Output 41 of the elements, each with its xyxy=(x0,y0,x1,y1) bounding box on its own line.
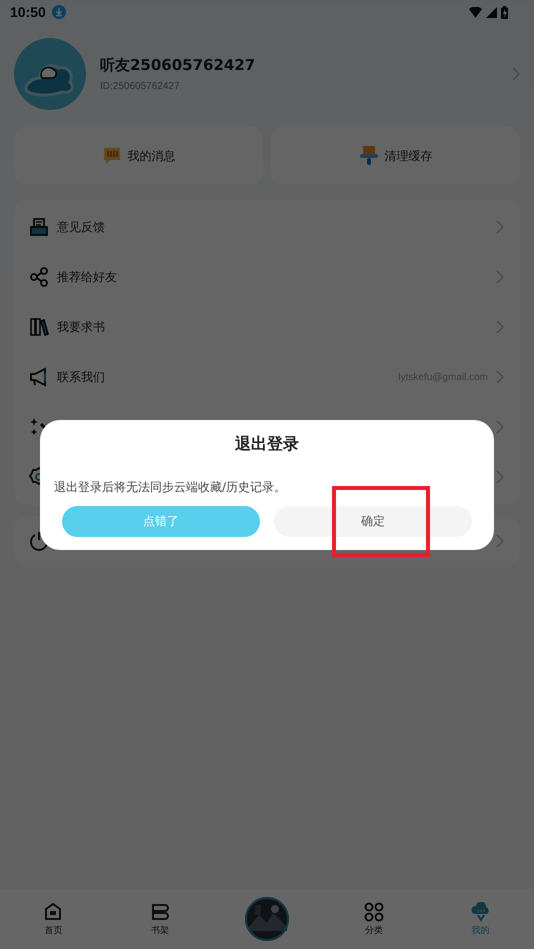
signal-icon xyxy=(486,6,497,18)
menu-item[interactable]: 我要求书 xyxy=(14,302,520,352)
wifi-icon xyxy=(469,6,482,18)
quick-action[interactable]: 清理缓存 xyxy=(271,126,520,186)
nav-tab[interactable]: 我的 xyxy=(427,902,534,936)
megaphone-icon xyxy=(29,367,49,387)
dialog-button[interactable]: 点错了 xyxy=(62,506,260,537)
menu-label: 推荐给好友 xyxy=(57,268,118,286)
chevron-icon xyxy=(496,420,504,434)
avatar[interactable] xyxy=(14,38,86,110)
quick-action[interactable]: 我的消息 xyxy=(14,126,263,186)
status-time: 10:50 xyxy=(10,4,46,20)
download-icon xyxy=(52,5,66,19)
chevron-icon xyxy=(496,470,504,484)
menu-label: 我要求书 xyxy=(57,318,106,336)
nav-tab[interactable]: 分类 xyxy=(320,902,428,936)
dialog-title: 退出登录 xyxy=(235,434,299,455)
nav-tab[interactable]: 书架 xyxy=(106,902,214,936)
bookshelf-icon xyxy=(150,902,170,922)
books-icon xyxy=(29,317,49,337)
chevron-icon xyxy=(496,370,504,384)
grid-icon xyxy=(364,902,384,922)
chevron-icon xyxy=(496,220,504,234)
menu-label: 联系我们 xyxy=(57,368,106,386)
dialog-button[interactable]: 确定 xyxy=(274,506,472,537)
menu-label: 意见反馈 xyxy=(57,218,106,236)
menu-item[interactable]: 意见反馈 xyxy=(14,202,520,252)
battery-icon xyxy=(501,6,508,18)
menu-item[interactable]: 推荐给好友 xyxy=(14,252,520,302)
chevron-icon xyxy=(496,320,504,334)
nav-tab[interactable]: 首页 xyxy=(0,902,107,936)
share-icon xyxy=(29,267,49,287)
brush-icon xyxy=(358,145,378,167)
chevron-icon xyxy=(496,270,504,284)
home-icon xyxy=(43,902,64,922)
settings-icon xyxy=(29,467,40,487)
dialog-message: 退出登录后将无法同步云端收藏/历史记录。 xyxy=(54,479,286,496)
chevron-icon xyxy=(496,534,504,548)
inbox-icon xyxy=(29,217,49,237)
message-icon xyxy=(102,146,122,166)
user-name: 听友250605762427 xyxy=(100,56,256,75)
